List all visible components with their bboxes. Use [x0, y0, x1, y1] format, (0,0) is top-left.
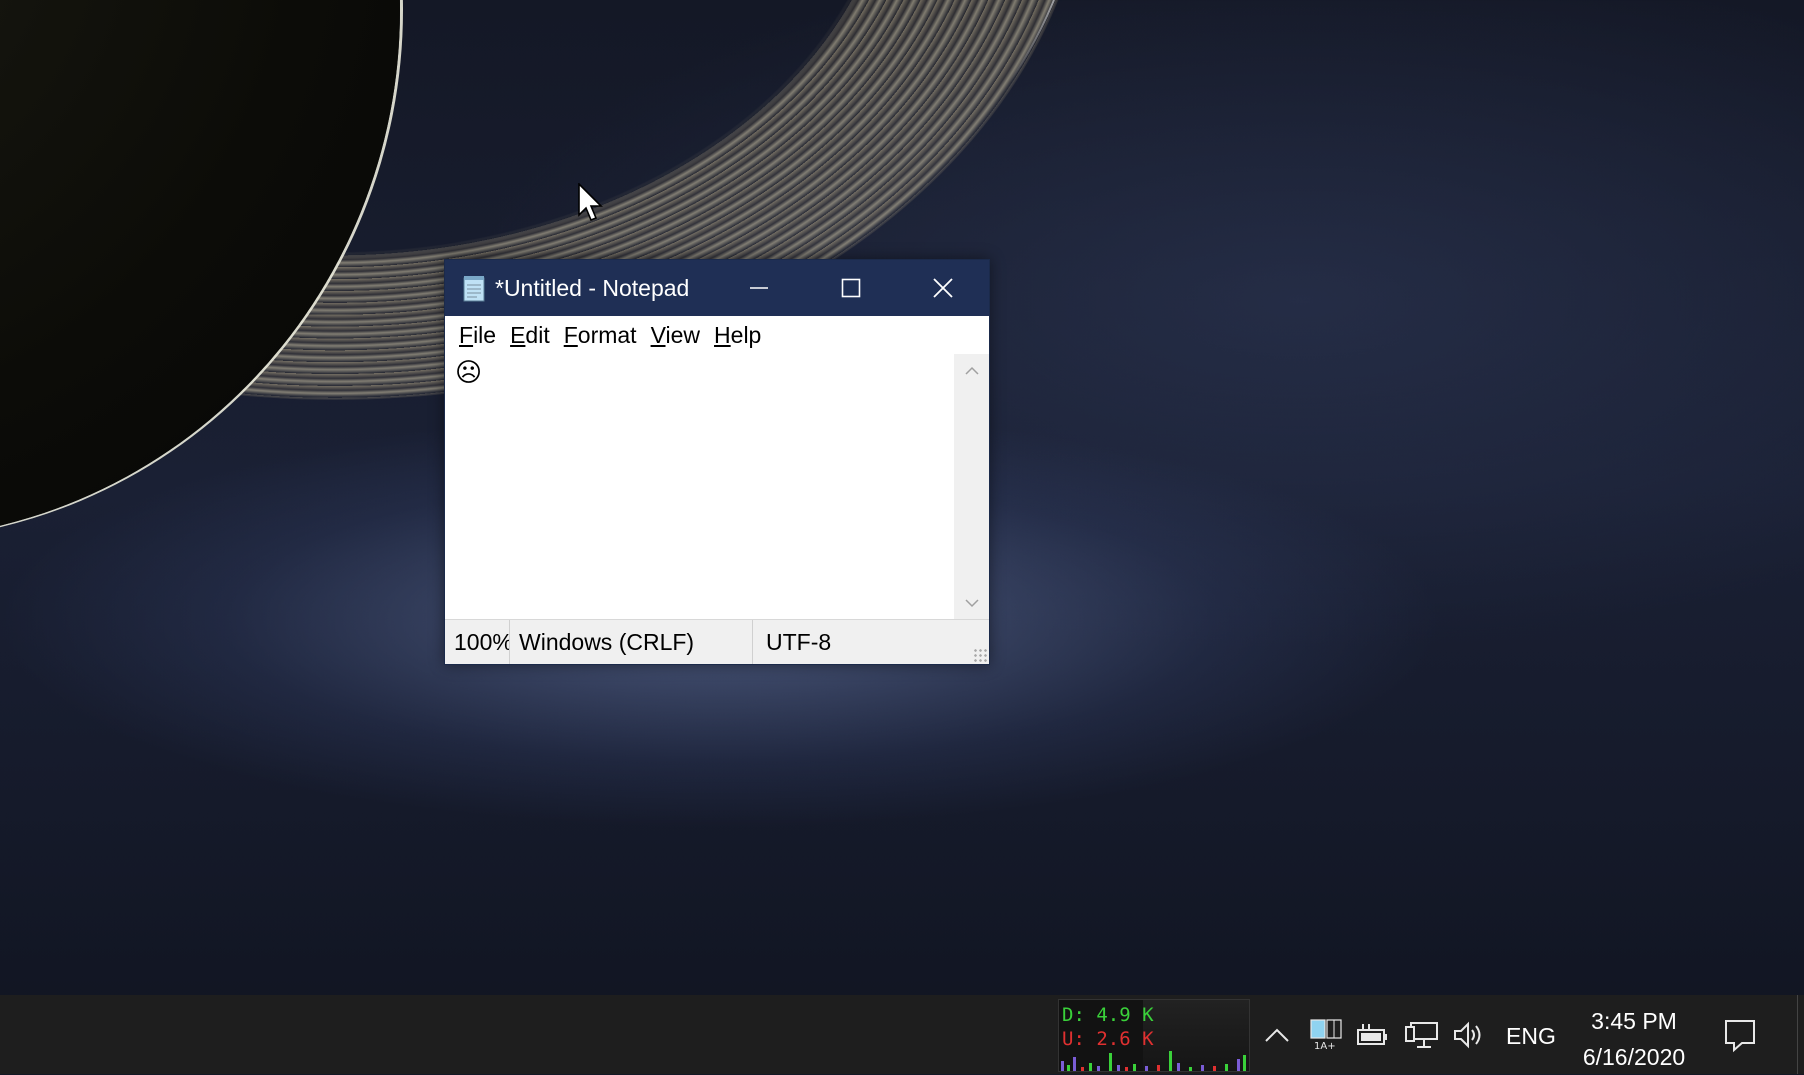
status-line-ending: Windows (CRLF)	[510, 620, 753, 664]
taskbar: D: 4.9 K U: 2.6 K 1A+ ENG 3:45 PM 6/16/2…	[0, 995, 1804, 1074]
menu-format-accel: F	[563, 321, 578, 348]
network-button[interactable]	[1404, 1017, 1440, 1053]
menu-edit[interactable]: Edit	[503, 322, 557, 349]
clock-date: 6/16/2020	[1582, 1044, 1686, 1070]
chevron-up-icon	[1265, 1028, 1289, 1042]
clock-time: 3:45 PM	[1591, 1008, 1677, 1034]
volume-icon	[1454, 1021, 1481, 1049]
show-hidden-icons-button[interactable]	[1264, 1017, 1290, 1053]
editor-content: ☹	[455, 358, 483, 388]
menu-format-label: ormat	[577, 321, 637, 348]
menu-help[interactable]: Help	[707, 322, 768, 349]
menu-file-accel: F	[459, 321, 474, 348]
menu-format[interactable]: Format	[557, 322, 644, 349]
network-activity-graph	[1061, 1051, 1246, 1071]
network-icon	[1405, 1022, 1438, 1048]
menu-edit-accel: E	[510, 321, 526, 348]
status-bar: 100% Windows (CRLF) UTF-8	[445, 619, 989, 664]
notepad-window[interactable]: *Untitled - Notepad File Edit Format Vie…	[444, 259, 990, 665]
chevron-up-icon	[964, 366, 979, 375]
resize-grip[interactable]	[973, 648, 987, 662]
notepad-icon	[459, 273, 489, 303]
vertical-scrollbar[interactable]	[954, 354, 989, 620]
menu-file-label: ile	[473, 321, 497, 348]
show-desktop-button[interactable]	[1797, 995, 1804, 1074]
input-method-button[interactable]: 1A+	[1308, 1017, 1344, 1053]
status-line-ending-text: Windows (CRLF)	[519, 628, 695, 655]
network-meter[interactable]: D: 4.9 K U: 2.6 K	[1058, 999, 1250, 1072]
notification-icon	[1725, 1020, 1755, 1053]
menu-help-label: elp	[730, 321, 762, 348]
scroll-down-arrow[interactable]	[954, 588, 989, 618]
action-center-button[interactable]	[1718, 1013, 1762, 1057]
download-rate: D: 4.9 K	[1062, 1004, 1154, 1026]
scroll-up-arrow[interactable]	[954, 356, 989, 386]
minimize-icon	[750, 287, 768, 289]
menu-view-accel: V	[650, 321, 666, 348]
clock[interactable]: 3:45 PM 6/16/2020	[1570, 1003, 1698, 1075]
menu-bar: File Edit Format View Help	[445, 316, 989, 354]
maximize-button[interactable]	[805, 260, 897, 316]
menu-edit-label: dit	[525, 321, 550, 348]
close-button[interactable]	[897, 260, 989, 316]
maximize-icon	[841, 278, 861, 298]
menu-view[interactable]: View	[644, 322, 707, 349]
input-method-icon: 1A+	[1310, 1019, 1342, 1052]
status-encoding: UTF-8	[753, 620, 953, 664]
svg-text:1A+: 1A+	[1314, 1041, 1336, 1052]
close-icon	[933, 278, 953, 298]
menu-file[interactable]: File	[452, 322, 503, 349]
title-bar[interactable]: *Untitled - Notepad	[445, 260, 989, 316]
window-title: *Untitled - Notepad	[495, 274, 690, 301]
minimize-button[interactable]	[713, 260, 805, 316]
chevron-down-icon	[964, 599, 979, 608]
status-zoom-text: 100%	[454, 628, 510, 655]
volume-button[interactable]	[1452, 1017, 1486, 1053]
status-encoding-text: UTF-8	[766, 628, 832, 655]
text-editor[interactable]: ☹	[445, 354, 954, 620]
menu-view-label: iew	[665, 321, 701, 348]
upload-rate: U: 2.6 K	[1062, 1028, 1154, 1050]
menu-help-accel: H	[714, 321, 731, 348]
language-indicator[interactable]: ENG	[1506, 1023, 1556, 1050]
status-zoom: 100%	[445, 620, 510, 664]
battery-button[interactable]	[1354, 1017, 1390, 1053]
battery-icon	[1357, 1024, 1387, 1045]
